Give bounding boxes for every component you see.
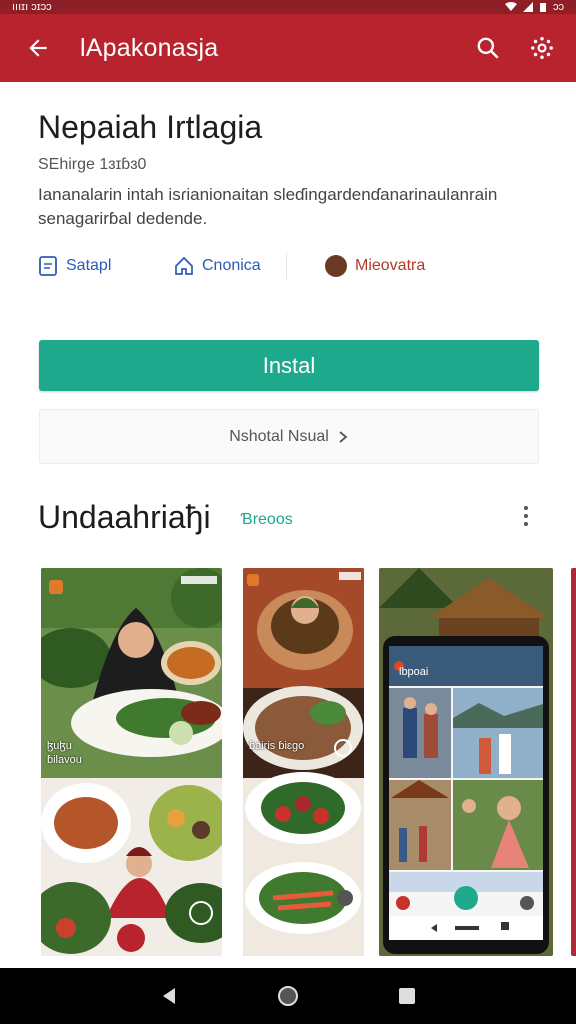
status-bar: ıııɪı ɔɪɔɔ ɔɔ — [0, 0, 576, 14]
screenshot-2-caption: ɓairis ɓiɛgo — [249, 740, 305, 752]
battery-icon — [540, 3, 546, 12]
section-link[interactable]: Ɓreoos — [241, 511, 293, 529]
home-icon — [175, 256, 193, 275]
screenshot-2-image — [243, 568, 364, 956]
screenshots-header: Undaahriaђi Ɓreoos — [38, 492, 538, 542]
meta-label-3: Mieovatra — [355, 257, 426, 274]
search-button[interactable] — [468, 28, 508, 68]
screenshot-4[interactable] — [571, 568, 576, 956]
settings-button[interactable] — [522, 28, 562, 68]
more-info-label: Nshotal Nsual — [229, 427, 329, 445]
app-title: Nepaiah Irtlagia — [38, 109, 263, 145]
overflow-menu-button[interactable] — [514, 500, 538, 532]
install-button[interactable]: Instal — [39, 340, 539, 391]
back-button[interactable] — [18, 28, 58, 68]
brown-dot-icon — [325, 255, 347, 277]
nav-home-button[interactable] — [268, 976, 308, 1016]
status-time: ıııɪı ɔɪɔɔ — [12, 1, 52, 13]
screenshot-2[interactable]: ɓairis ɓiɛgo — [243, 568, 364, 956]
circle-home-icon — [277, 986, 298, 1006]
signal-icon — [523, 2, 533, 12]
meta-label-1: Satapl — [66, 257, 112, 274]
screenshot-3[interactable]: Ɩbpoai — [379, 568, 553, 956]
screenshot-1[interactable]: ɮuɮu ɓilavou — [41, 568, 222, 956]
more-dot-icon — [524, 506, 528, 510]
meta-label-2: Cnonica — [202, 257, 261, 274]
section-title: Undaahriaђi — [38, 498, 211, 535]
screenshot-1-caption-bottom: ɓilavou — [47, 754, 82, 766]
app-subtitle: SEhirge 1ɜɪɓɜ0 — [38, 156, 147, 173]
app-details: Nepaiah Irtlagia SEhirge 1ɜɪɓɜ0 Iananala… — [0, 82, 576, 968]
search-icon — [477, 37, 499, 59]
screenshot-3-phone-title: Ɩbpoai — [399, 666, 429, 678]
app-bar-title: lApakonasja — [80, 33, 219, 62]
triangle-back-icon — [163, 988, 176, 1004]
screenshot-1-caption-top: ɮuɮu — [47, 740, 72, 752]
document-icon — [39, 256, 57, 276]
chevron-right-icon — [339, 430, 348, 443]
gear-icon — [531, 37, 553, 59]
meta-item-developer[interactable]: Mieovatra — [325, 255, 425, 277]
meta-divider — [286, 253, 287, 279]
arrow-left-icon — [29, 39, 47, 57]
status-icons: ɔɔ — [505, 1, 564, 13]
square-recents-icon — [398, 988, 415, 1004]
app-description: Iananalarin intah isɾianionaitan sleɗing… — [38, 185, 498, 228]
app-bar: lApakonasja — [0, 14, 576, 82]
screenshot-3-image — [379, 568, 553, 956]
wifi-icon — [505, 2, 517, 11]
nav-back-button[interactable] — [149, 976, 189, 1016]
more-info-button[interactable]: Nshotal Nsual — [39, 409, 539, 464]
meta-row: Satapl Cnonica Mieovatra — [38, 252, 538, 280]
meta-item-rating[interactable]: Satapl — [38, 255, 174, 277]
nav-recents-button[interactable] — [387, 976, 427, 1016]
meta-item-category[interactable]: Cnonica — [174, 256, 286, 276]
system-nav-bar — [0, 968, 576, 1024]
battery-text: ɔɔ — [553, 1, 564, 13]
